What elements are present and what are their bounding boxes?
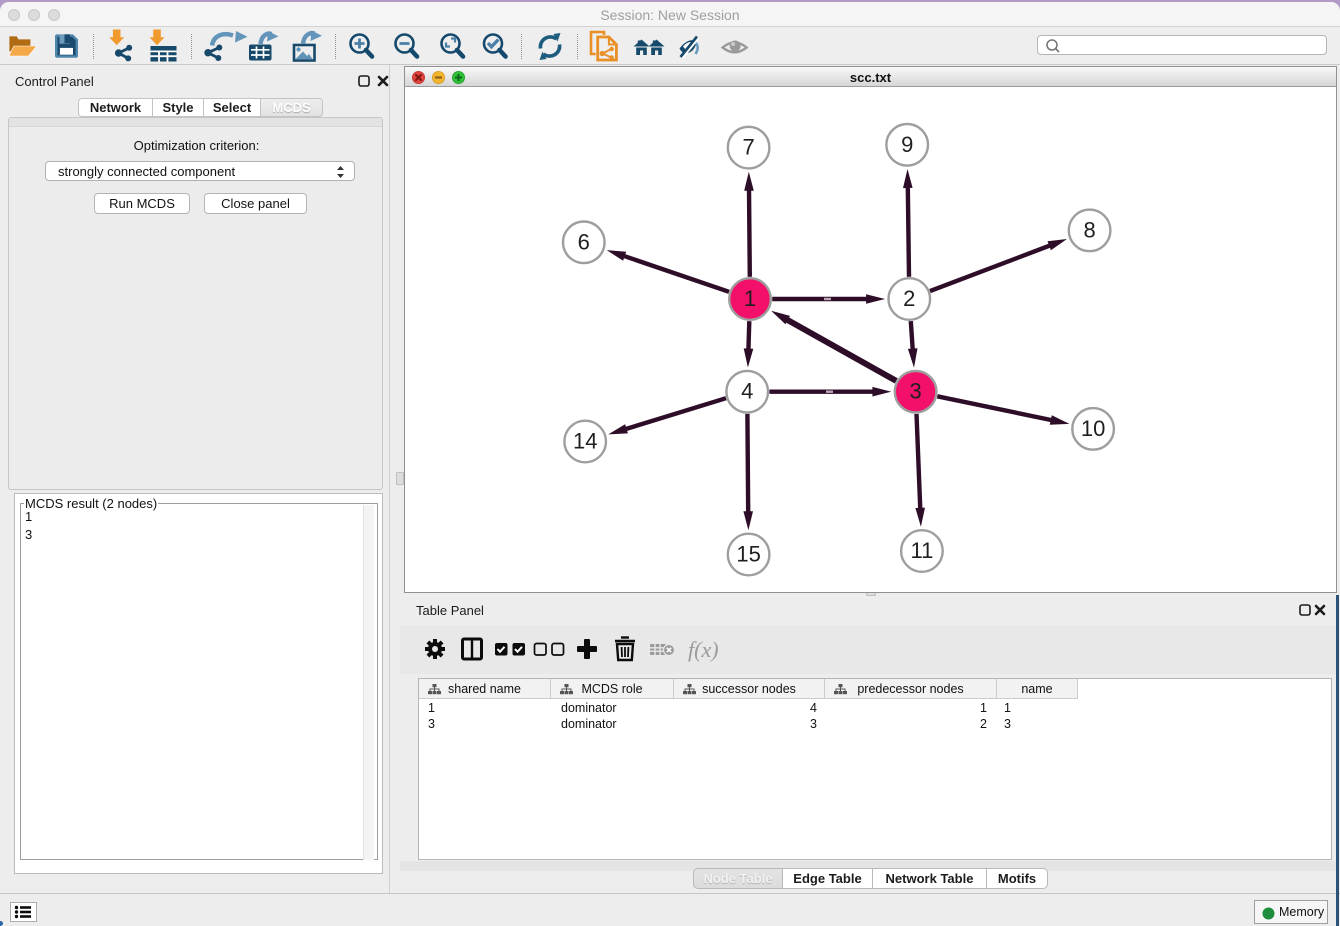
svg-text:10: 10 xyxy=(1081,416,1105,441)
svg-text:8: 8 xyxy=(1083,217,1095,242)
svg-text:9: 9 xyxy=(901,132,913,157)
svg-text:6: 6 xyxy=(578,229,590,254)
svg-text:f(x): f(x) xyxy=(688,637,719,662)
svg-text:1: 1 xyxy=(744,286,756,311)
svg-text:14: 14 xyxy=(573,429,597,454)
svg-text:15: 15 xyxy=(736,542,760,567)
svg-text:2: 2 xyxy=(903,286,915,311)
svg-text:7: 7 xyxy=(742,135,754,160)
svg-text:4: 4 xyxy=(741,379,753,404)
svg-text:3: 3 xyxy=(909,379,921,404)
svg-text:11: 11 xyxy=(910,538,933,563)
